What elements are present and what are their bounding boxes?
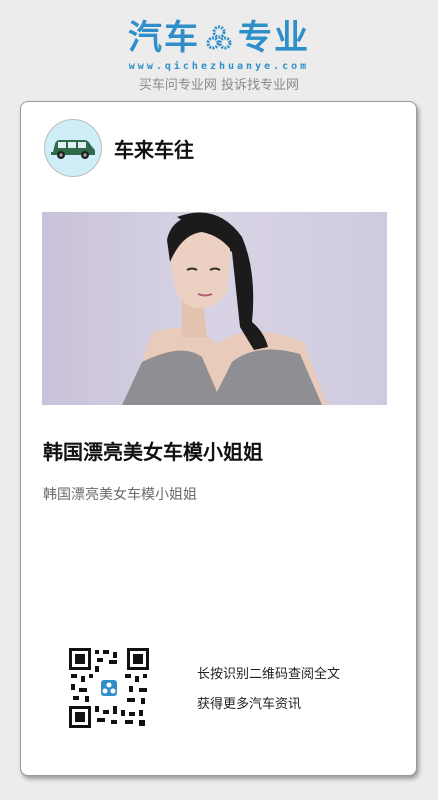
brand-url: www.qichezhuanye.com (128, 61, 310, 72)
brand-title-right: 专业 (238, 18, 310, 58)
gear-icon (206, 25, 232, 50)
avatar (44, 119, 102, 177)
brand-logo: 汽车 专业 (0, 18, 438, 58)
article-title[interactable]: 韩国漂亮美女车模小姐姐 (43, 436, 393, 465)
author-info: 车来车往 (44, 119, 194, 177)
car-icon (51, 140, 95, 159)
article-summary: 韩国漂亮美女车模小姐姐 (43, 487, 197, 503)
brand-logo-icon (99, 678, 119, 698)
brand-title-left: 汽车 (128, 18, 200, 58)
qr-caption: 长按识别二维码查阅全文 获得更多汽车资讯 (197, 660, 340, 720)
qr-code[interactable] (69, 648, 149, 728)
qr-caption-line1: 长按识别二维码查阅全文 (197, 667, 341, 682)
qr-caption-line2: 获得更多汽车资讯 (197, 697, 302, 712)
article-image[interactable] (42, 212, 387, 405)
brand-header: 汽车 专业 www.qichezhuanye.com 买车问专业网 投诉找专业网 (0, 18, 438, 93)
brand-slogan: 买车问专业网 投诉找专业网 (138, 78, 300, 93)
author-name: 车来车往 (114, 137, 194, 162)
share-card: 车来车往 韩国漂亮美女车模小姐姐 韩国漂亮美女车模小姐姐 长按识别二维码查阅全文… (20, 101, 417, 776)
